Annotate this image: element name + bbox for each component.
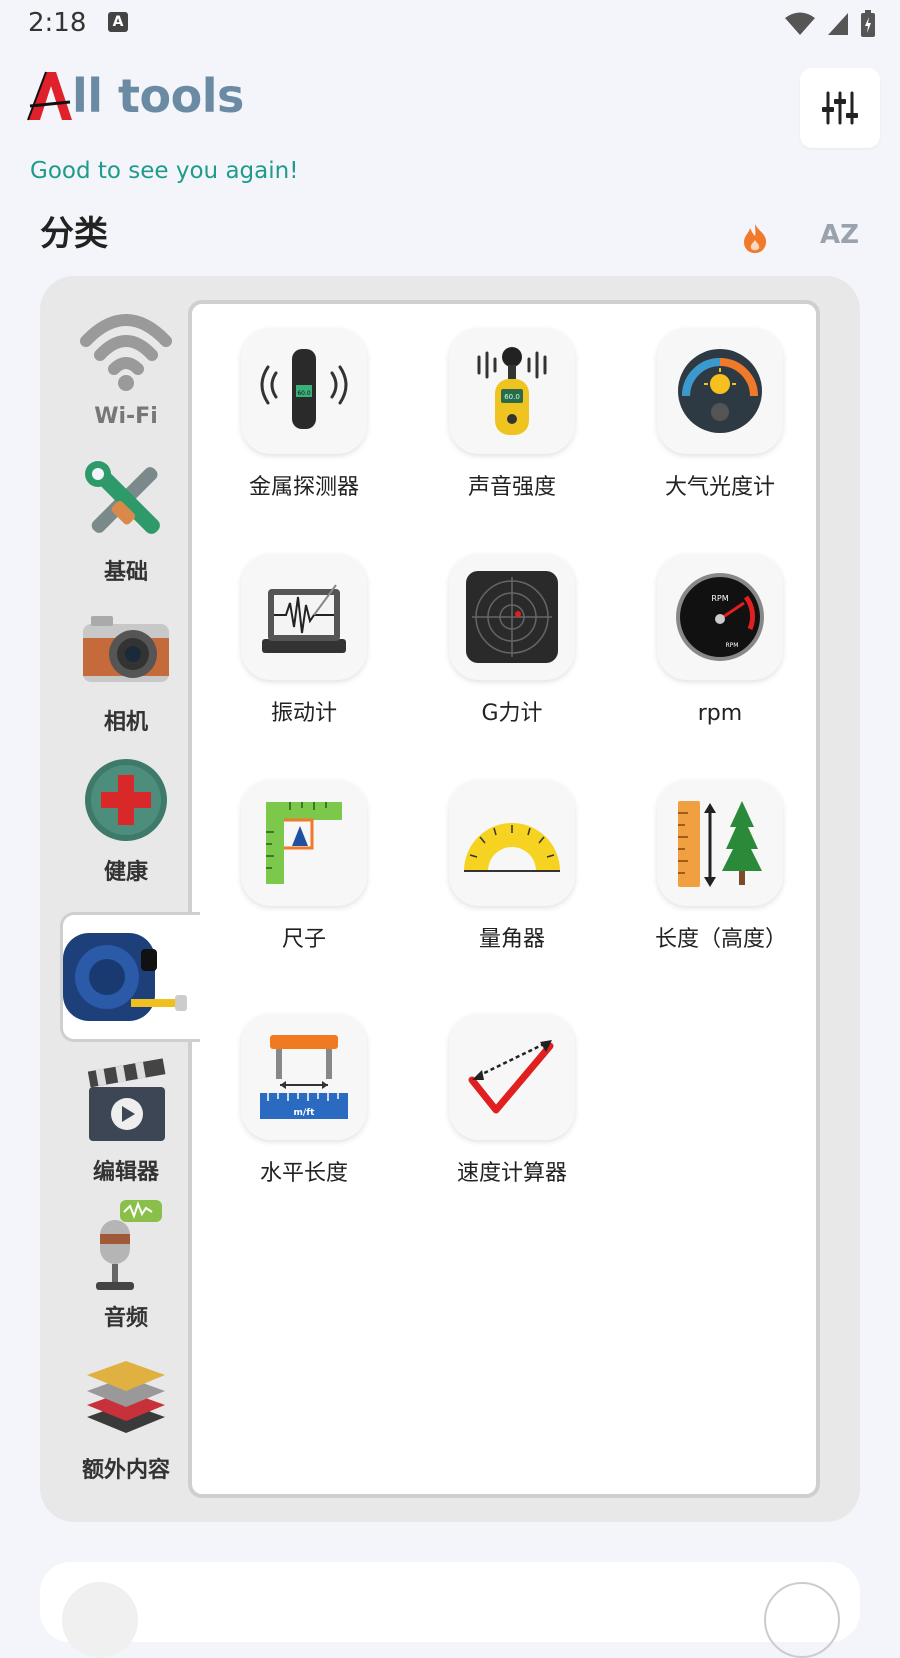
height-tree-icon [657, 780, 783, 906]
sidebar-item-editor[interactable]: 编辑器 [58, 1050, 194, 1186]
bottom-card[interactable] [40, 1562, 860, 1642]
svg-text:60.0: 60.0 [297, 390, 311, 397]
sidebar-item-measure[interactable] [60, 922, 190, 1032]
sliders-icon [822, 91, 858, 125]
section-title: 分类 [40, 214, 108, 254]
tool-label: 声音强度 [467, 475, 556, 500]
tool-height[interactable]: 长度（高度） [620, 780, 820, 956]
video-editor-icon [76, 1050, 176, 1150]
tool-rpm[interactable]: RPM RPM rpm [620, 554, 820, 730]
tool-protractor[interactable]: 量角器 [412, 780, 612, 956]
sound-meter-icon: 60.0 [449, 328, 575, 454]
wifi-icon [76, 300, 176, 400]
sidebar-label: 额外内容 [81, 1458, 170, 1483]
sidebar-label: 健康 [103, 860, 148, 885]
bottom-action-button[interactable] [764, 1582, 840, 1658]
metal-detector-icon: 60.0 [241, 328, 367, 454]
tool-speed-calculator[interactable]: 速度计算器 [412, 1014, 612, 1190]
tape-measure-icon [60, 922, 190, 1032]
sidebar-label: 编辑器 [92, 1160, 159, 1185]
light-meter-icon [657, 328, 783, 454]
tool-label: rpm [697, 701, 743, 726]
health-cross-icon [76, 750, 176, 850]
sidebar-item-health[interactable]: 健康 [58, 750, 194, 886]
svg-text:m/ft: m/ft [294, 1108, 316, 1118]
app-logo: ll tools [26, 68, 244, 124]
tool-light-meter[interactable]: 大气光度计 [620, 328, 820, 504]
sidebar-label: Wi-Fi [94, 404, 158, 429]
tool-label: 尺子 [281, 927, 326, 952]
greeting-text: Good to see you again! [30, 158, 299, 184]
ruler-icon [241, 780, 367, 906]
fire-icon [744, 224, 767, 253]
protractor-icon [449, 780, 575, 906]
sidebar-item-audio[interactable]: 音频 [58, 1196, 194, 1332]
sidebar-label: 相机 [103, 710, 148, 735]
notification-icon: A [108, 12, 128, 32]
sidebar-label: 音频 [103, 1306, 148, 1331]
sidebar-label: 基础 [103, 560, 148, 585]
avatar[interactable] [62, 1582, 138, 1658]
app-title: ll tools [72, 69, 244, 123]
tools-icon [76, 450, 176, 550]
battery-icon [861, 10, 875, 37]
camera-icon [76, 600, 176, 700]
speed-calculator-icon [449, 1014, 575, 1140]
rpm-gauge-icon: RPM RPM [657, 554, 783, 680]
tool-label: 金属探测器 [248, 475, 359, 500]
sort-popular-button[interactable] [740, 222, 770, 258]
svg-text:RPM: RPM [726, 642, 739, 649]
sidebar-item-extras[interactable]: 额外内容 [58, 1348, 194, 1484]
g-force-radar-icon [449, 554, 575, 680]
tool-sound-level[interactable]: 60.0 声音强度 [412, 328, 612, 504]
sidebar-item-camera[interactable]: 相机 [58, 600, 194, 736]
layers-icon [76, 1348, 176, 1448]
tool-label: 大气光度计 [664, 475, 775, 500]
microphone-icon [76, 1196, 176, 1296]
logo-a-icon [27, 71, 72, 121]
tool-ruler[interactable]: 尺子 [204, 780, 404, 956]
filter-settings-button[interactable] [800, 68, 880, 148]
tool-label: 水平长度 [259, 1161, 348, 1186]
status-icons [784, 10, 876, 38]
svg-text:60.0: 60.0 [504, 393, 520, 401]
tool-label: 量角器 [478, 927, 545, 952]
sort-az-button[interactable]: AZ [820, 220, 859, 250]
cell-signal-icon [828, 13, 848, 35]
tool-label: 长度（高度） [655, 927, 788, 952]
wifi-signal-icon [785, 12, 815, 35]
status-time: 2:18 [28, 8, 87, 38]
tool-label: 振动计 [270, 701, 337, 726]
svg-text:RPM: RPM [711, 594, 728, 603]
tool-horizontal-length[interactable]: m/ft 水平长度 [204, 1014, 404, 1190]
sidebar-item-wifi[interactable]: Wi-Fi [58, 300, 194, 429]
horizontal-length-icon: m/ft [241, 1014, 367, 1140]
tool-vibration-meter[interactable]: 振动计 [204, 554, 404, 730]
sidebar-item-basic[interactable]: 基础 [58, 450, 194, 586]
tool-label: G力计 [481, 701, 543, 726]
tool-label: 速度计算器 [456, 1161, 567, 1186]
tool-g-force[interactable]: G力计 [412, 554, 612, 730]
tool-metal-detector[interactable]: 60.0 金属探测器 [204, 328, 404, 504]
seismograph-icon [241, 554, 367, 680]
